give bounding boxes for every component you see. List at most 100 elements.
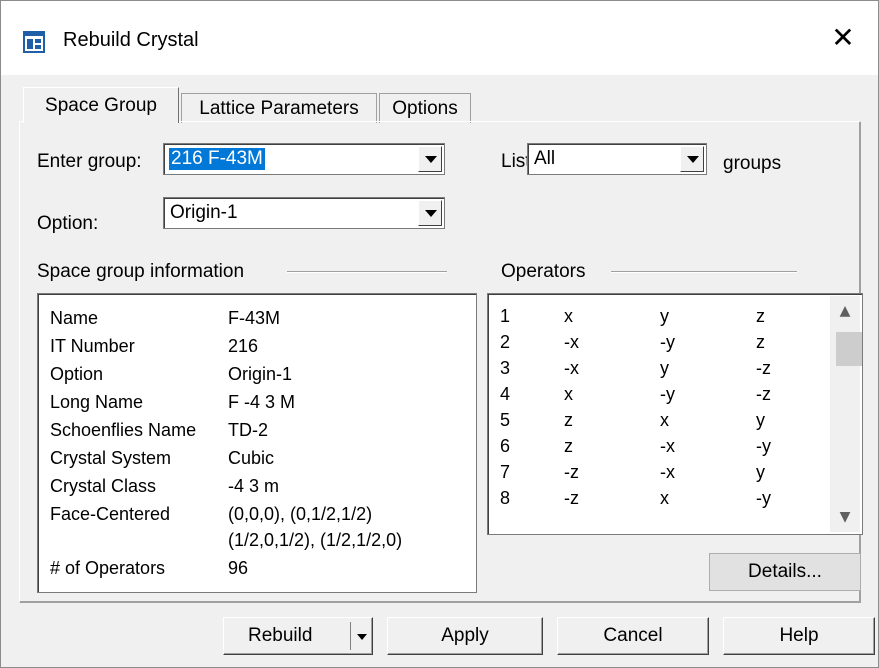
operator-y: -x xyxy=(660,462,675,482)
rebuild-split-divider xyxy=(350,622,351,650)
operators-list[interactable]: 1xyz 2 -x -y z 3 -x y -z 4 x -y -z 5zxy 6 z -x -y 7-… xyxy=(487,293,863,535)
group-divider xyxy=(287,271,447,272)
triangle-down-icon xyxy=(425,210,437,217)
info-key: Face-Centered xyxy=(50,504,171,524)
enter-group-label: Enter group: xyxy=(37,151,142,172)
operator-y: x xyxy=(660,410,669,430)
tab-label: Space Group xyxy=(45,95,157,116)
rebuild-button[interactable]: Rebuild xyxy=(223,617,373,655)
operator-y: -y xyxy=(660,332,675,352)
operator-y: -x xyxy=(660,436,675,456)
operator-row[interactable]: 5 z x y xyxy=(500,408,820,432)
chevron-up-icon[interactable]: ▲ xyxy=(830,296,860,326)
option-combo[interactable]: Origin-1 xyxy=(163,197,445,229)
operator-y: x xyxy=(660,488,669,508)
cancel-button[interactable]: Cancel xyxy=(557,617,709,655)
operator-row[interactable]: 4 x -y -z xyxy=(500,382,820,406)
operator-row[interactable]: 7 -z -x y xyxy=(500,460,820,484)
scrollbar-thumb[interactable] xyxy=(836,332,862,366)
dropdown-button[interactable] xyxy=(418,146,442,172)
info-key: # of Operators xyxy=(50,558,166,578)
operator-index: 4 xyxy=(500,384,511,404)
operator-index: 8 xyxy=(500,488,511,508)
details-button[interactable]: Details... xyxy=(709,553,861,591)
group-divider xyxy=(611,271,797,272)
apply-button[interactable]: Apply xyxy=(387,617,543,655)
tab-label: Lattice Parameters xyxy=(199,98,359,119)
space-group-info-heading: Space group information xyxy=(37,261,245,282)
enter-group-value: 216 F-43M xyxy=(169,148,265,170)
operator-z: z xyxy=(756,332,765,352)
info-key: Option xyxy=(50,364,104,384)
operator-y: y xyxy=(660,306,669,326)
operator-z: -y xyxy=(756,436,771,456)
operator-z: -y xyxy=(756,488,771,508)
operator-index: 7 xyxy=(500,462,511,482)
triangle-down-icon xyxy=(425,156,437,163)
info-value: 216 xyxy=(228,336,259,356)
info-key: IT Number xyxy=(50,336,135,356)
operator-row[interactable]: 2 -x -y z xyxy=(500,330,820,354)
operator-y: -y xyxy=(660,384,675,404)
info-key: Name xyxy=(50,308,99,328)
option-value: Origin-1 xyxy=(170,202,238,223)
option-label: Option: xyxy=(37,213,99,234)
title-bar: Rebuild Crystal ✕ xyxy=(1,1,878,75)
groups-label: groups xyxy=(723,153,782,174)
rebuild-crystal-dialog: Rebuild Crystal ✕ Space Group Lattice Pa… xyxy=(0,0,879,668)
operator-z: -z xyxy=(756,384,771,404)
operator-x: x xyxy=(564,384,573,404)
info-key: Schoenflies Name xyxy=(50,420,197,440)
info-value: (0,0,0), (0,1/2,1/2) xyxy=(228,504,373,524)
info-value: F-43M xyxy=(228,308,281,328)
info-value: F -4 3 M xyxy=(228,392,296,412)
operator-row[interactable]: 3 -x y -z xyxy=(500,356,820,380)
enter-group-combo[interactable]: 216 F-43M xyxy=(163,143,445,175)
dropdown-button[interactable] xyxy=(680,146,704,172)
operators-scrollbar[interactable]: ▲ ▼ xyxy=(830,296,862,532)
operator-row[interactable]: 6 z -x -y xyxy=(500,434,820,458)
info-key: Crystal System xyxy=(50,448,172,468)
operator-row[interactable]: 1 x y z xyxy=(500,304,820,328)
info-value: (1/2,0,1/2), (1/2,1/2,0) xyxy=(228,530,403,550)
operator-x: -x xyxy=(564,358,579,378)
close-icon[interactable]: ✕ xyxy=(826,21,860,55)
operator-index: 3 xyxy=(500,358,511,378)
help-button[interactable]: Help xyxy=(723,617,875,655)
chevron-down-icon[interactable] xyxy=(357,634,367,640)
operator-x: z xyxy=(564,410,573,430)
operator-z: -z xyxy=(756,358,771,378)
operator-x: -z xyxy=(564,488,579,508)
info-key: Crystal Class xyxy=(50,476,157,496)
tab-options[interactable]: Options xyxy=(379,93,471,123)
info-value: -4 3 m xyxy=(228,476,280,496)
space-group-info-box: Name F-43M IT Number 216 Option Origin-1 Lo… xyxy=(37,293,477,593)
rebuild-label: Rebuild xyxy=(248,625,313,646)
window-icon xyxy=(23,31,45,53)
operator-index: 5 xyxy=(500,410,511,430)
tab-lattice-parameters[interactable]: Lattice Parameters xyxy=(181,93,377,123)
operator-x: z xyxy=(564,436,573,456)
triangle-down-icon xyxy=(687,156,699,163)
operator-z: y xyxy=(756,462,765,482)
operator-x: x xyxy=(564,306,573,326)
dropdown-button[interactable] xyxy=(418,200,442,226)
tab-label: Options xyxy=(392,98,458,119)
operator-z: y xyxy=(756,410,765,430)
info-value: 96 xyxy=(228,558,249,578)
info-value: Cubic xyxy=(228,448,275,468)
operator-y: y xyxy=(660,358,669,378)
operator-z: z xyxy=(756,306,765,326)
operator-index: 2 xyxy=(500,332,511,352)
operator-row[interactable]: 8 -z x -y xyxy=(500,486,820,510)
tab-space-group[interactable]: Space Group xyxy=(23,87,179,123)
operator-index: 6 xyxy=(500,436,511,456)
chevron-down-icon[interactable]: ▼ xyxy=(830,502,860,532)
list-filter-combo[interactable]: All xyxy=(527,143,707,175)
operators-heading: Operators xyxy=(501,261,586,282)
list-filter-value: All xyxy=(534,148,556,169)
info-key: Long Name xyxy=(50,392,144,412)
info-value: Origin-1 xyxy=(228,364,293,384)
operator-x: -x xyxy=(564,332,579,352)
operator-index: 1 xyxy=(500,306,511,326)
